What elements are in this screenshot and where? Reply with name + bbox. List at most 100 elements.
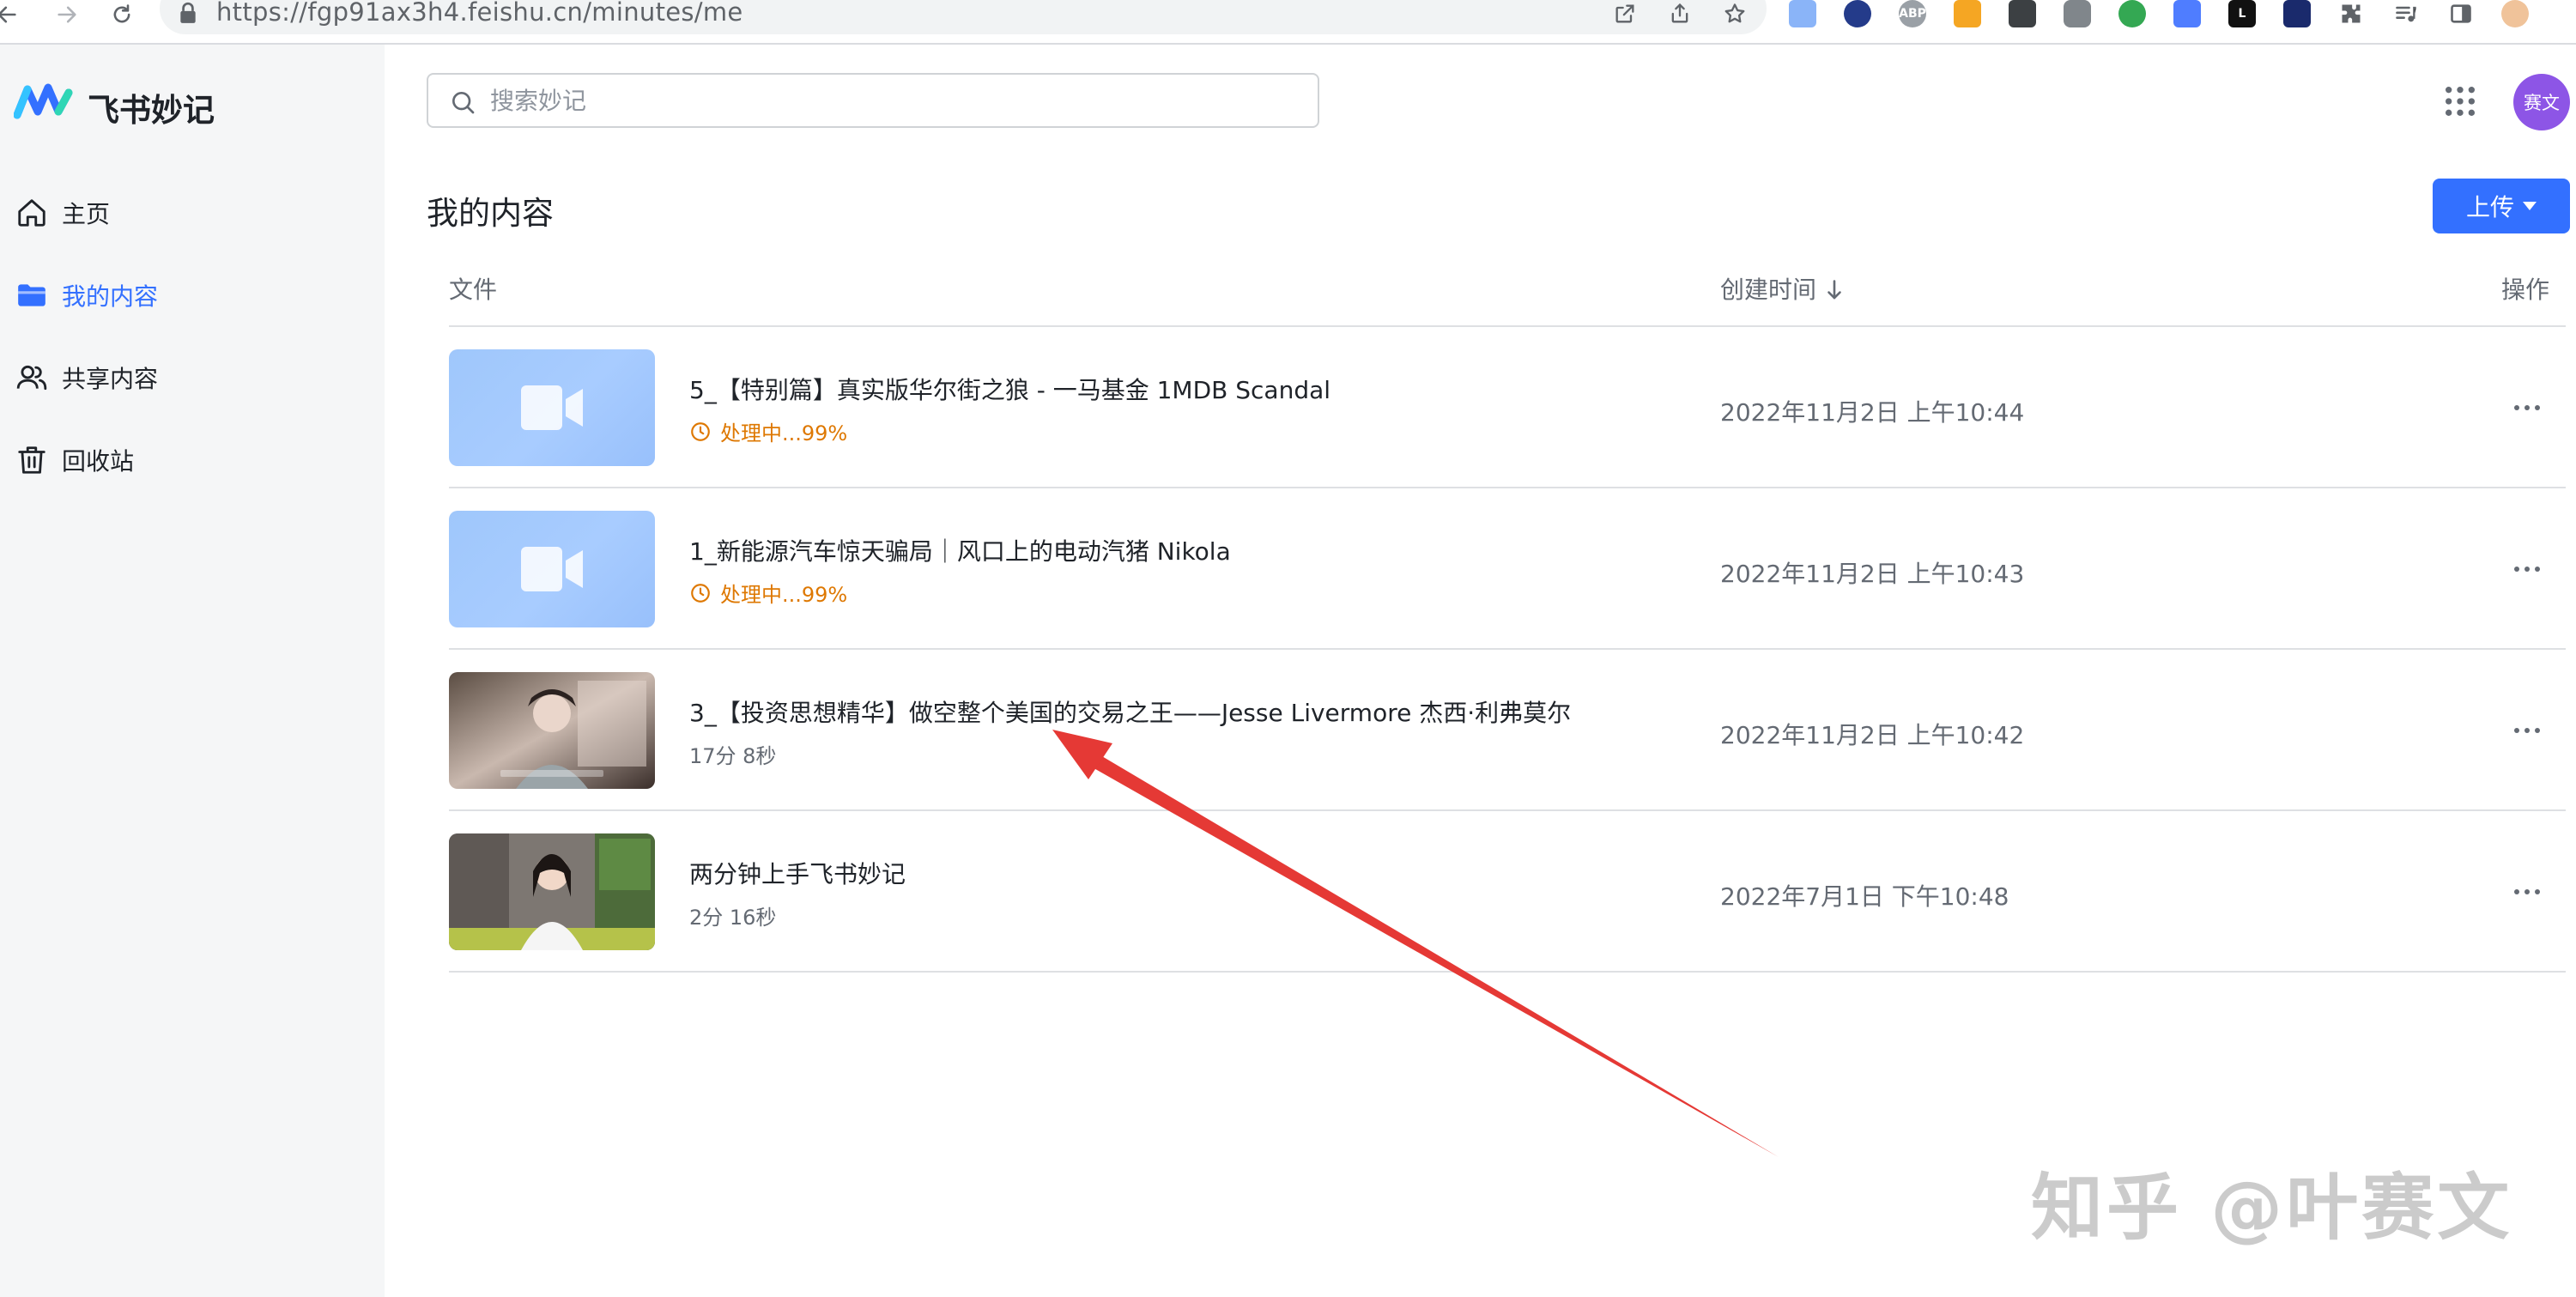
folder-icon (18, 284, 45, 306)
forward-button[interactable] (50, 0, 84, 29)
edit-extension-icon[interactable] (2173, 0, 2201, 27)
extensions-button[interactable] (2337, 0, 2366, 27)
dot (2524, 728, 2530, 733)
column-label: 创建时间 (1720, 276, 1817, 304)
column-header-created[interactable]: 创建时间 (1720, 271, 1844, 306)
external-link-icon (1615, 4, 1634, 23)
globe-extension-icon[interactable] (2118, 0, 2146, 27)
more-actions-button[interactable] (2506, 392, 2549, 423)
dot (2524, 889, 2530, 894)
abp-extension-icon[interactable]: ABP (1899, 0, 1926, 27)
trash-icon (18, 446, 45, 474)
table-row[interactable]: 5_【特别篇】真实版华尔街之狼 - 一马基金 1MDB Scandal 处理中.… (449, 327, 2566, 488)
table-row[interactable]: 1_新能源汽车惊天骗局｜风口上的电动汽猪 Nikola 处理中...99% 20… (449, 488, 2566, 650)
file-title[interactable]: 两分钟上手飞书妙记 (689, 856, 906, 890)
puzzle-icon (2342, 4, 2361, 23)
video-extension-icon[interactable] (2009, 0, 2036, 27)
table-row[interactable]: 两分钟上手飞书妙记 2分 16秒 2022年7月1日 下午10:48 (449, 811, 2566, 973)
feishu-minutes-logo-icon (14, 83, 73, 119)
sidebar-item-my-content[interactable]: 我的内容 (0, 264, 385, 326)
sidebar-item-shared[interactable]: 共享内容 (0, 347, 385, 409)
file-thumbnail[interactable] (449, 349, 655, 466)
sidebar-item-label: 我的内容 (62, 282, 159, 311)
video-frame-image (449, 672, 655, 789)
playlist-icon (2396, 6, 2416, 22)
dot (2535, 405, 2540, 410)
more-actions-button[interactable] (2506, 554, 2549, 585)
brand-name: 飞书妙记 (88, 92, 215, 129)
user-avatar[interactable]: 赛文 (2513, 74, 2570, 130)
share-button[interactable] (1665, 0, 1694, 27)
created-time: 2022年11月2日 上午10:44 (1720, 398, 2025, 427)
more-actions-button[interactable] (2506, 876, 2549, 907)
video-frame-image (449, 833, 655, 950)
clock-icon (691, 583, 710, 603)
sidebar: 飞书妙记 主页 我的内容 共享内容 回收站 (0, 45, 385, 1297)
search-box[interactable] (427, 73, 1319, 128)
dot (2514, 405, 2519, 410)
dot (2524, 405, 2530, 410)
video-camera-icon (521, 385, 583, 430)
people-icon (16, 365, 47, 391)
media-button[interactable] (2391, 0, 2421, 27)
created-time: 2022年11月2日 上午10:42 (1720, 721, 2025, 749)
file-thumbnail[interactable] (449, 833, 655, 950)
image-extension-icon[interactable] (1789, 0, 1816, 27)
camera-extension-icon[interactable] (2064, 0, 2091, 27)
file-thumbnail[interactable] (449, 511, 655, 627)
sidebar-item-home[interactable]: 主页 (0, 182, 385, 244)
file-thumbnail[interactable] (449, 672, 655, 789)
avatar-text: 赛文 (2524, 93, 2560, 113)
processing-status: 处理中...99% (689, 416, 847, 446)
dot (2514, 889, 2519, 894)
url-text[interactable]: https://fgp91ax3h4.feishu.cn/minutes/me (216, 0, 743, 27)
side-panel-button[interactable] (2446, 0, 2476, 27)
reload-button[interactable] (105, 0, 139, 29)
side-panel-icon (2451, 4, 2471, 23)
created-time: 2022年11月2日 上午10:43 (1720, 560, 2025, 588)
column-label: 文件 (449, 276, 498, 304)
sidebar-item-trash[interactable]: 回收站 (0, 429, 385, 491)
open-in-app-button[interactable] (1610, 0, 1640, 27)
upload-label: 上传 (2465, 193, 2514, 221)
video-camera-icon (521, 547, 583, 591)
back-arrow-icon (0, 6, 16, 23)
star-icon (1724, 3, 1745, 23)
share-icon (1671, 3, 1688, 23)
file-title[interactable]: 3_【投资思想精华】做空整个美国的交易之王——Jesse Livermore 杰… (689, 694, 1571, 729)
more-actions-button[interactable] (2506, 715, 2549, 746)
watermark: 知乎 @叶赛文 (2031, 1166, 2513, 1250)
home-icon (18, 199, 45, 227)
abp-label: ABP (1899, 7, 1926, 21)
browser-toolbar: https://fgp91ax3h4.feishu.cn/minutes/me … (0, 0, 2576, 45)
dot (2514, 728, 2519, 733)
profile-avatar-icon[interactable] (2501, 0, 2529, 27)
file-title[interactable]: 5_【特别篇】真实版华尔街之狼 - 一马基金 1MDB Scandal (689, 372, 1330, 406)
lock-icon (180, 2, 196, 23)
processing-status: 处理中...99% (689, 578, 847, 608)
forward-arrow-icon (58, 6, 76, 23)
app-grid-icon[interactable] (2443, 84, 2477, 118)
table-row[interactable]: 3_【投资思想精华】做空整个美国的交易之王——Jesse Livermore 杰… (449, 650, 2566, 811)
sidebar-item-label: 回收站 (62, 447, 135, 476)
back-button[interactable] (0, 0, 24, 29)
l-extension-icon[interactable]: L (2228, 0, 2256, 27)
alarm-extension-icon[interactable] (1954, 0, 1981, 27)
bookmark-button[interactable] (1720, 0, 1749, 27)
created-time: 2022年7月1日 下午10:48 (1720, 882, 2009, 911)
upload-button[interactable]: 上传 (2433, 179, 2570, 233)
clock-icon (691, 421, 710, 441)
file-title[interactable]: 1_新能源汽车惊天骗局｜风口上的电动汽猪 Nikola (689, 533, 1231, 567)
dot (2514, 567, 2519, 572)
search-icon (452, 92, 475, 114)
status-text: 处理中...99% (720, 583, 848, 607)
sidebar-item-label: 共享内容 (62, 365, 159, 393)
sidebar-item-label: 主页 (62, 200, 111, 228)
hex-extension-icon[interactable] (2283, 0, 2311, 27)
column-header-file: 文件 (449, 271, 497, 306)
moon-extension-icon[interactable] (1844, 0, 1871, 27)
dot (2535, 728, 2540, 733)
reload-icon (113, 4, 130, 23)
search-input[interactable] (490, 82, 1297, 119)
dot (2535, 889, 2540, 894)
